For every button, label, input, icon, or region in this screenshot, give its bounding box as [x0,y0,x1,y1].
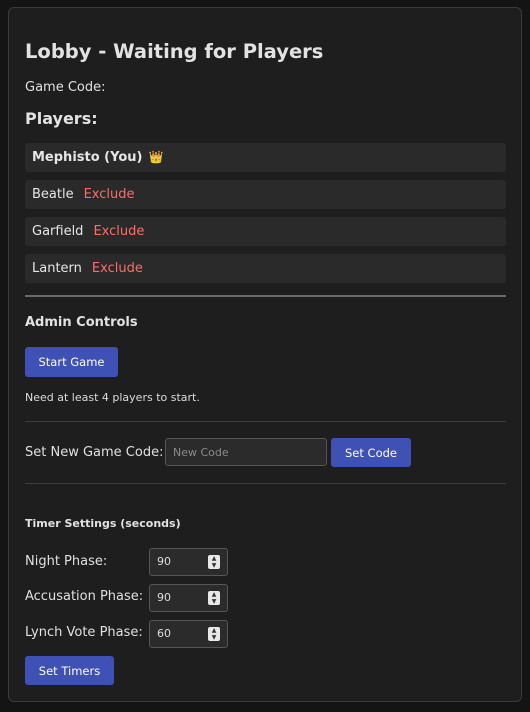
player-name: Mephisto (You) [32,150,143,165]
lobby-panel: Lobby - Waiting for Players Game Code: P… [8,7,522,702]
min-players-note: Need at least 4 players to start. [25,391,200,404]
set-code-button[interactable]: Set Code [331,438,411,467]
crown-icon: 👑 [148,150,164,164]
stepper-icon[interactable]: ▲ ▼ [208,555,220,569]
stepper-icon[interactable]: ▲ ▼ [208,591,220,605]
new-code-label: Set New Game Code: [25,445,164,460]
new-code-input[interactable] [165,438,327,466]
player-row: Garfield Exclude [25,217,506,246]
lynch-vote-phase-value: 60 [157,627,171,640]
player-name: Lantern [32,261,82,276]
player-row: Beatle Exclude [25,180,506,209]
set-timers-button[interactable]: Set Timers [25,656,114,685]
player-name: Beatle [32,187,74,202]
start-game-button[interactable]: Start Game [25,347,118,377]
divider [25,421,506,422]
accusation-phase-value: 90 [157,591,171,604]
timer-settings-heading: Timer Settings (seconds) [25,517,181,530]
exclude-link[interactable]: Exclude [92,254,143,283]
player-row: Lantern Exclude [25,254,506,283]
players-heading: Players: [25,109,98,128]
player-row-self: Mephisto (You) 👑 [25,143,506,172]
night-phase-label: Night Phase: [25,554,108,569]
exclude-link[interactable]: Exclude [93,217,144,246]
accusation-phase-label: Accusation Phase: [25,589,144,604]
admin-controls-heading: Admin Controls [25,315,138,330]
lynch-vote-phase-input[interactable]: 60 ▲ ▼ [149,620,228,648]
exclude-link[interactable]: Exclude [84,180,135,209]
stepper-icon[interactable]: ▲ ▼ [208,627,220,641]
night-phase-input[interactable]: 90 ▲ ▼ [149,548,228,576]
accusation-phase-input[interactable]: 90 ▲ ▼ [149,584,228,612]
player-name: Garfield [32,224,84,239]
divider [25,483,506,484]
game-code-label: Game Code: [25,80,106,95]
page-title: Lobby - Waiting for Players [25,40,324,63]
divider [25,295,506,297]
lynch-vote-phase-label: Lynch Vote Phase: [25,625,143,640]
night-phase-value: 90 [157,555,171,568]
